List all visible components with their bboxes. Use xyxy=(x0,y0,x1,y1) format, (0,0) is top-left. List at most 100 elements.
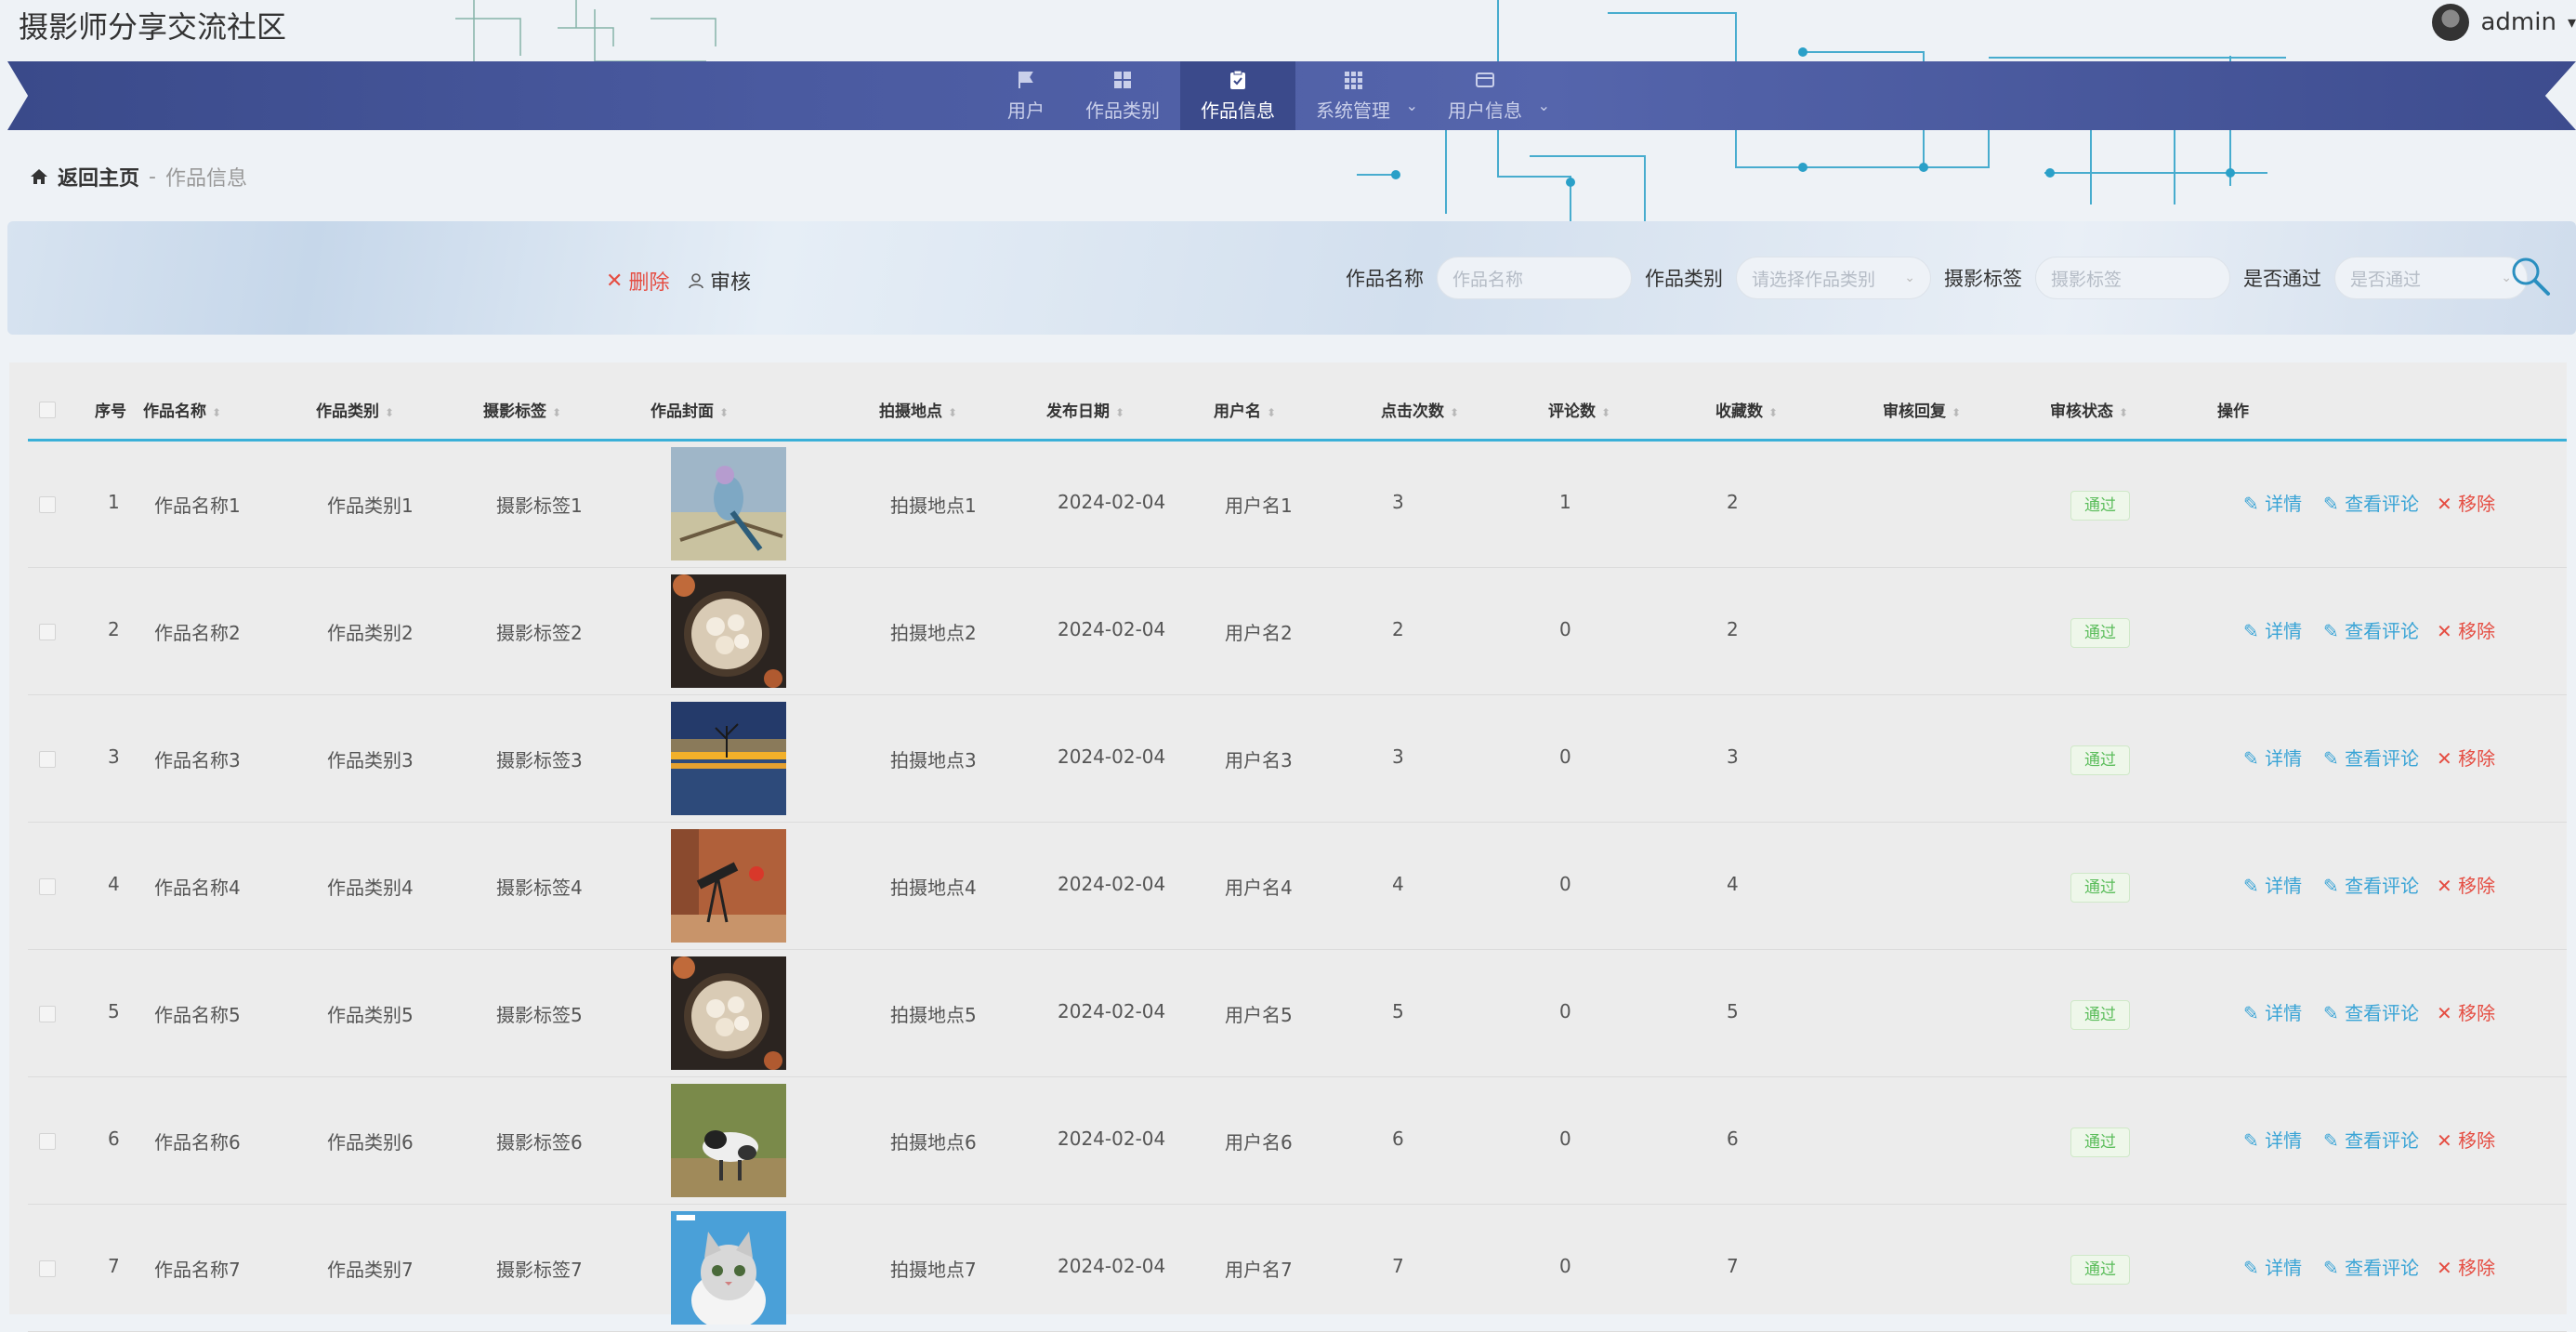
col-header-date[interactable]: 发布日期 ⬍ xyxy=(1046,398,1124,421)
view-comments-button[interactable]: ✎ 查看评论 xyxy=(2323,871,2419,898)
cover-image[interactable] xyxy=(671,702,786,815)
nav-item-user-info[interactable]: 用户信息 ⌄ xyxy=(1427,61,1550,130)
sort-icon: ⬍ xyxy=(1768,406,1779,419)
row-checkbox[interactable] xyxy=(39,751,56,768)
sort-icon: ⬍ xyxy=(948,406,958,419)
cell-tag: 摄影标签4 xyxy=(496,877,583,899)
cell-index: 2 xyxy=(108,618,120,640)
cover-image[interactable] xyxy=(671,1211,786,1325)
detail-button[interactable]: ✎ 详情 xyxy=(2243,1253,2302,1280)
close-icon: ✕ xyxy=(606,269,624,293)
filter-category-label: 作品类别 xyxy=(1645,268,1723,290)
table-header: 序号 作品名称 ⬍ 作品类别 ⬍ 摄影标签 ⬍ 作品封面 ⬍ 拍摄地点 ⬍ 发布日期 ⬍ 用… xyxy=(28,381,2567,442)
apps-icon xyxy=(1345,71,1362,89)
category-select[interactable]: 请选择作品类别 ⌄ xyxy=(1736,257,1931,299)
cell-user: 用户名5 xyxy=(1225,1004,1293,1026)
name-input[interactable]: 作品名称 xyxy=(1437,257,1632,299)
cell-category: 作品类别1 xyxy=(327,495,414,517)
filter-tag-label: 摄影标签 xyxy=(1944,268,2022,290)
cell-clicks: 2 xyxy=(1392,618,1404,640)
breadcrumb: 返回主页 - 作品信息 xyxy=(30,162,247,191)
view-comments-button[interactable]: ✎ 查看评论 xyxy=(2323,616,2419,643)
search-icon[interactable] xyxy=(2507,253,2554,299)
edit-icon: ✎ xyxy=(2243,747,2259,770)
view-comments-button[interactable]: ✎ 查看评论 xyxy=(2323,744,2419,771)
col-header-name[interactable]: 作品名称 ⬍ xyxy=(143,398,221,421)
col-header-tag[interactable]: 摄影标签 ⬍ xyxy=(483,398,561,421)
remove-button[interactable]: ✕ 移除 xyxy=(2437,1126,2495,1153)
remove-button[interactable]: ✕ 移除 xyxy=(2437,998,2495,1025)
row-checkbox[interactable] xyxy=(39,496,56,513)
close-icon: ✕ xyxy=(2437,1129,2452,1152)
clipboard-icon xyxy=(1230,70,1245,89)
remove-button[interactable]: ✕ 移除 xyxy=(2437,871,2495,898)
row-checkbox[interactable] xyxy=(39,1133,56,1150)
tag-input[interactable]: 摄影标签 xyxy=(2035,257,2230,299)
view-comments-button[interactable]: ✎ 查看评论 xyxy=(2323,1126,2419,1153)
audit-button[interactable]: 审核 xyxy=(688,266,751,296)
sort-icon: ⬍ xyxy=(1952,406,1962,419)
cell-location: 拍摄地点5 xyxy=(890,1004,977,1026)
cell-index: 3 xyxy=(108,745,120,768)
col-header-comments[interactable]: 评论数 ⬍ xyxy=(1548,398,1610,421)
category-select-placeholder: 请选择作品类别 xyxy=(1752,269,1876,290)
select-all-checkbox[interactable] xyxy=(39,402,56,418)
row-checkbox[interactable] xyxy=(39,624,56,640)
breadcrumb-home-link[interactable]: 返回主页 xyxy=(58,162,139,191)
works-table: 序号 作品名称 ⬍ 作品类别 ⬍ 摄影标签 ⬍ 作品封面 ⬍ 拍摄地点 ⬍ 发布日期 ⬍ 用… xyxy=(9,363,2567,1332)
flag-icon xyxy=(1019,71,1033,88)
detail-button[interactable]: ✎ 详情 xyxy=(2243,1126,2302,1153)
col-header-reply[interactable]: 审核回复 ⬍ xyxy=(1883,398,1961,421)
edit-icon: ✎ xyxy=(2243,1002,2259,1024)
view-comments-button[interactable]: ✎ 查看评论 xyxy=(2323,489,2419,516)
chevron-down-icon: ⌄ xyxy=(1405,97,1418,114)
view-comments-button[interactable]: ✎ 查看评论 xyxy=(2323,1253,2419,1280)
edit-icon: ✎ xyxy=(2323,620,2339,642)
remove-button[interactable]: ✕ 移除 xyxy=(2437,616,2495,643)
chevron-down-icon: ▾ xyxy=(2567,12,2576,33)
user-menu[interactable]: admin ▾ xyxy=(2432,4,2576,41)
cover-image[interactable] xyxy=(671,574,786,688)
nav-item-system[interactable]: 系统管理 ⌄ xyxy=(1295,61,1418,130)
col-header-cover[interactable]: 作品封面 ⬍ xyxy=(651,398,729,421)
cell-favorites: 2 xyxy=(1727,618,1739,640)
remove-button[interactable]: ✕ 移除 xyxy=(2437,489,2495,516)
detail-button[interactable]: ✎ 详情 xyxy=(2243,489,2302,516)
cell-name: 作品名称2 xyxy=(154,622,241,644)
cell-location: 拍摄地点3 xyxy=(890,749,977,772)
col-header-location[interactable]: 拍摄地点 ⬍ xyxy=(879,398,957,421)
nav-item-users[interactable]: 用户 xyxy=(987,61,1065,130)
pass-select[interactable]: 是否通过 ⌄ xyxy=(2334,257,2528,299)
nav-item-categories[interactable]: 作品类别 xyxy=(1065,61,1180,130)
sort-icon: ⬍ xyxy=(2119,406,2129,419)
cover-image[interactable] xyxy=(671,1084,786,1197)
cover-image[interactable] xyxy=(671,829,786,943)
row-checkbox[interactable] xyxy=(39,878,56,895)
detail-button[interactable]: ✎ 详情 xyxy=(2243,744,2302,771)
col-header-user[interactable]: 用户名 ⬍ xyxy=(1214,398,1276,421)
edit-icon: ✎ xyxy=(2243,620,2259,642)
detail-button[interactable]: ✎ 详情 xyxy=(2243,871,2302,898)
detail-button[interactable]: ✎ 详情 xyxy=(2243,998,2302,1025)
name-input-placeholder: 作品名称 xyxy=(1452,269,1524,290)
cover-image[interactable] xyxy=(671,956,786,1070)
remove-button[interactable]: ✕ 移除 xyxy=(2437,1253,2495,1280)
col-header-favorites[interactable]: 收藏数 ⬍ xyxy=(1715,398,1778,421)
cell-clicks: 6 xyxy=(1392,1128,1404,1150)
row-checkbox[interactable] xyxy=(39,1006,56,1022)
filter-pass-label: 是否通过 xyxy=(2243,268,2321,290)
remove-button[interactable]: ✕ 移除 xyxy=(2437,744,2495,771)
col-header-category[interactable]: 作品类别 ⬍ xyxy=(316,398,394,421)
row-checkbox[interactable] xyxy=(39,1260,56,1277)
nav-item-works[interactable]: 作品信息 xyxy=(1180,61,1295,130)
delete-button[interactable]: ✕ 删除 xyxy=(606,266,669,296)
col-header-status[interactable]: 审核状态 ⬍ xyxy=(2050,398,2128,421)
cell-index: 7 xyxy=(108,1255,120,1277)
cell-date: 2024-02-04 xyxy=(1058,1000,1166,1022)
cover-image[interactable] xyxy=(671,447,786,560)
cell-index: 1 xyxy=(108,491,120,513)
view-comments-button[interactable]: ✎ 查看评论 xyxy=(2323,998,2419,1025)
col-header-clicks[interactable]: 点击次数 ⬍ xyxy=(1381,398,1459,421)
detail-button[interactable]: ✎ 详情 xyxy=(2243,616,2302,643)
cell-favorites: 7 xyxy=(1727,1255,1739,1277)
